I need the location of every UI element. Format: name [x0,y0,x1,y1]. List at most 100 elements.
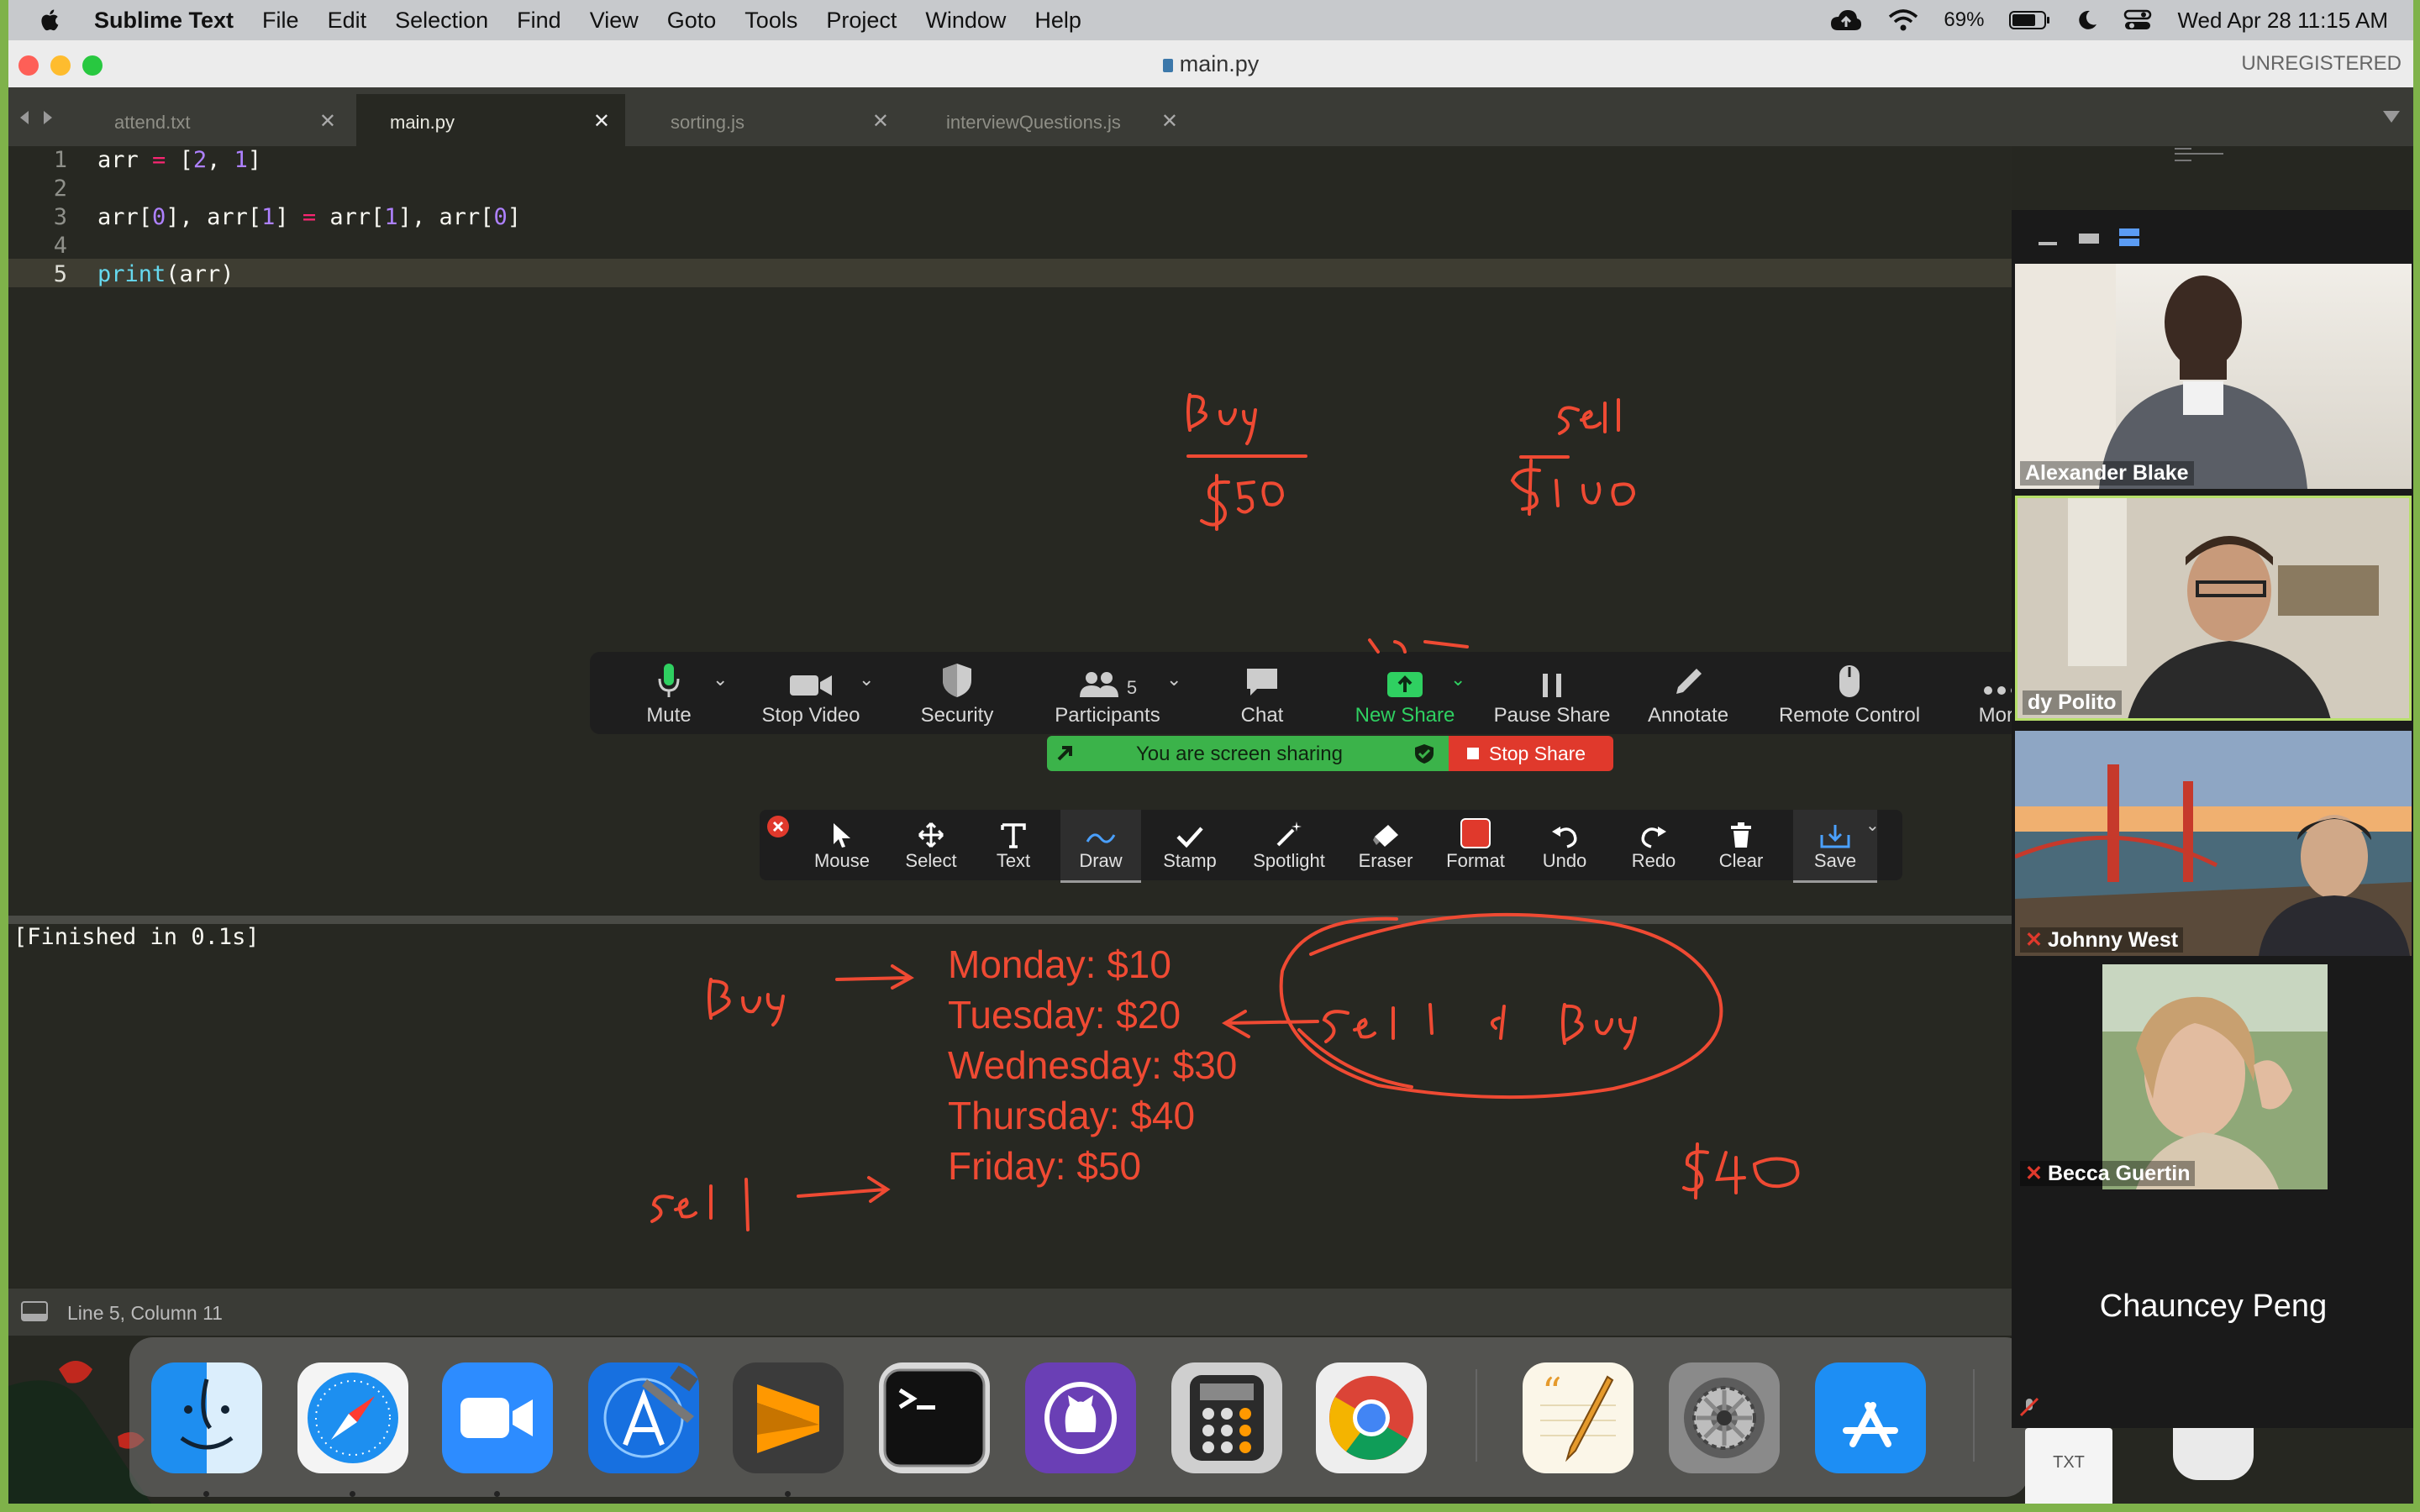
stop-video-button[interactable]: Stop Video [756,652,865,734]
tab-nav-arrows-icon[interactable] [17,109,59,126]
menu-app-name[interactable]: Sublime Text [94,8,234,34]
video-tile-johnny-west[interactable]: ✕ Johnny West [2015,731,2412,956]
tab-interviewquestions-js[interactable]: interviewQuestions.js ✕ [913,94,1193,146]
mute-button[interactable]: Mute [635,652,702,734]
calculator-icon[interactable] [1171,1362,1282,1473]
select-label: Select [905,850,957,871]
gallery-view-icon[interactable] [2118,227,2141,249]
close-tab-icon[interactable]: ✕ [872,109,889,134]
security-button[interactable]: Security [913,652,1002,734]
video-options-chevron-icon[interactable]: ⌄ [859,669,874,690]
close-tab-icon[interactable]: ✕ [593,109,610,134]
chrome-icon[interactable] [1316,1362,1427,1473]
pause-share-label: Pause Share [1493,704,1611,727]
wifi-icon[interactable] [1888,8,1918,32]
finder-icon[interactable] [151,1362,262,1473]
panel-toggle-icon[interactable] [20,1300,49,1322]
participant-name: Alexander Blake [2020,461,2194,486]
spotlight-tool-button[interactable]: Spotlight [1240,810,1338,880]
xcode-icon[interactable] [588,1362,699,1473]
cloud-upload-icon[interactable] [1829,8,1863,32]
text-t-icon [1001,823,1026,848]
redo-button[interactable]: Redo [1613,810,1694,880]
tab-main-py[interactable]: main.py ✕ [356,94,625,146]
participants-button[interactable]: 5 Participants [1049,652,1166,734]
safari-icon[interactable] [297,1362,408,1473]
video-tile-becca-guertin[interactable]: ✕ Becca Guertin [2015,964,2412,1189]
participants-options-chevron-icon[interactable]: ⌄ [1166,669,1181,690]
tab-sorting-js[interactable]: sorting.js ✕ [637,94,904,146]
save-button[interactable]: Save [1793,810,1877,883]
minimap[interactable] [2175,146,2233,166]
muted-mic-icon: ✕ [2025,1162,2043,1185]
participant-video [2015,264,2307,489]
menu-view[interactable]: View [590,8,639,34]
tab-overflow-icon[interactable] [2381,109,2402,124]
do-not-disturb-icon[interactable] [2076,9,2098,31]
eraser-tool-button[interactable]: Eraser [1344,810,1427,880]
muted-mic-icon: ✕ [2025,928,2043,952]
zoom-icon[interactable] [442,1362,553,1473]
menu-find[interactable]: Find [517,8,561,34]
close-annotation-icon[interactable] [766,815,790,838]
trash-icon [1731,822,1751,848]
menu-file[interactable]: File [262,8,299,34]
sublime-icon[interactable] [733,1362,844,1473]
pause-share-button[interactable]: Pause Share [1489,652,1615,734]
annotate-button[interactable]: Annotate [1642,652,1734,734]
muted-mic-icon [2019,1397,2039,1417]
verified-shield-icon [1415,744,1434,764]
stop-share-button[interactable]: Stop Share [1449,736,1613,771]
system-preferences-icon[interactable] [1669,1362,1780,1473]
video-tile-polito[interactable]: dy Polito [2015,496,2412,721]
video-tile-chauncey-peng[interactable]: Chauncey Peng [2015,1196,2412,1423]
save-options-chevron-icon[interactable]: ⌄ [1865,815,1880,836]
mouse-tool-button[interactable]: Mouse [802,810,882,880]
output-panel-divider[interactable] [8,916,2012,924]
desktop-drive-icon[interactable] [2173,1428,2254,1480]
menu-clock[interactable]: Wed Apr 28 11:15 AM [2177,8,2388,34]
screen-sharing-banner[interactable]: You are screen sharing [1047,736,1449,771]
code-line-5: print(arr) [97,261,234,287]
speaker-view-icon[interactable] [2077,230,2101,247]
window-title: main.py [1179,51,1260,76]
app-store-icon[interactable] [1815,1362,1926,1473]
menu-selection[interactable]: Selection [395,8,488,34]
menu-edit[interactable]: Edit [328,8,367,34]
github-desktop-icon[interactable] [1025,1362,1136,1473]
minimize-video-icon[interactable] [2037,235,2060,249]
menu-goto[interactable]: Goto [667,8,717,34]
battery-icon[interactable] [2009,10,2051,30]
undo-button[interactable]: Undo [1524,810,1605,880]
draw-tool-button[interactable]: Draw [1060,810,1141,883]
control-center-icon[interactable] [2123,9,2152,31]
clear-button[interactable]: Clear [1702,810,1780,880]
cursor-position[interactable]: Line 5, Column 11 [67,1302,223,1325]
stamp-tool-button[interactable]: Stamp [1150,810,1230,880]
tab-attend-txt[interactable]: attend.txt ✕ [81,94,351,146]
menu-tools[interactable]: Tools [744,8,797,34]
code-text[interactable]: arr = [2, 1] arr[0], arr[1] = arr[1], ar… [97,146,521,289]
magic-wand-icon [1276,822,1302,847]
code-editor[interactable]: 1 2 3 4 5 arr = [2, 1] arr[0], arr[1] = … [8,146,2223,919]
remote-control-button[interactable]: Remote Control [1771,652,1928,734]
video-tile-alexander-blake[interactable]: Alexander Blake [2015,264,2412,489]
menu-project[interactable]: Project [826,8,897,34]
participant-count: 5 [1126,677,1138,698]
select-tool-button[interactable]: Select [891,810,971,880]
chat-button[interactable]: Chat [1228,652,1296,734]
desktop-txt-file[interactable]: TXT [2025,1428,2112,1504]
close-tab-icon[interactable]: ✕ [1161,109,1178,134]
menu-window[interactable]: Window [925,8,1006,34]
menu-help[interactable]: Help [1034,8,1081,34]
close-tab-icon[interactable]: ✕ [319,109,336,134]
share-options-chevron-icon[interactable]: ⌄ [1450,669,1465,690]
apple-icon[interactable] [37,7,64,34]
stop-video-label: Stop Video [761,704,860,727]
audio-options-chevron-icon[interactable]: ⌄ [713,669,728,690]
format-tool-button[interactable]: Format [1435,810,1516,880]
text-tool-button[interactable]: Text [980,810,1047,880]
new-share-button[interactable]: New Share [1351,652,1459,734]
terminal-icon[interactable] [879,1362,990,1473]
pages-icon[interactable]: “ [1523,1362,1634,1473]
